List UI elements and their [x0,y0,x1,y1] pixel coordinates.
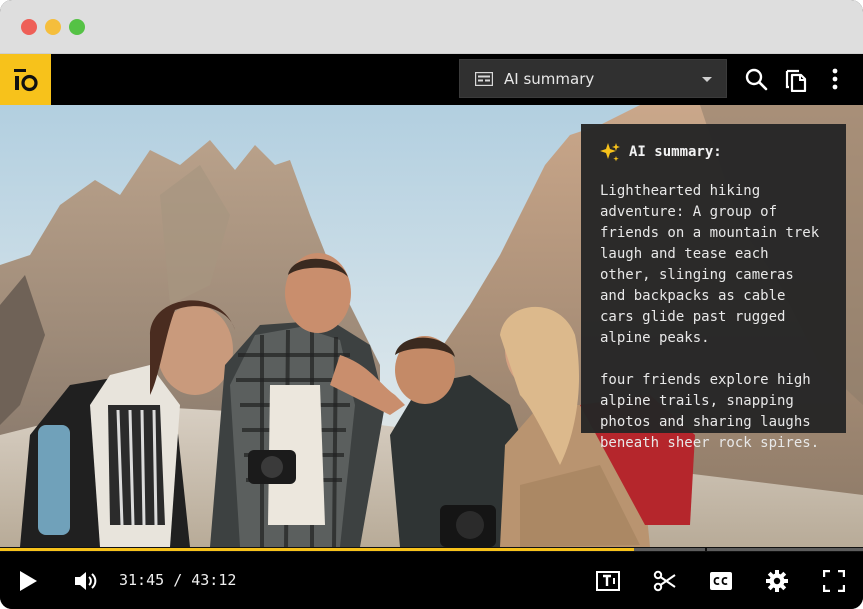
sparkle-icon [600,143,620,162]
transcript-icon [596,571,620,591]
chevron-down-icon [702,77,712,82]
ai-summary-header: AI summary: [600,142,827,162]
scissors-icon [653,570,676,592]
app-logo[interactable] [0,54,51,105]
search-button[interactable] [743,66,769,92]
transcript-button[interactable] [594,567,622,595]
maximize-window-button[interactable] [69,19,85,35]
current-time: 31:45 [119,571,165,589]
clip-button[interactable] [651,567,679,595]
view-mode-label: AI summary [504,69,595,88]
view-mode-dropdown[interactable]: AI summary [459,59,727,98]
search-icon [745,68,768,91]
summary-icon [475,71,493,86]
closed-captions-icon [710,572,732,590]
progress-fill [0,548,635,551]
volume-icon [75,572,97,590]
captions-button[interactable] [707,567,735,595]
total-duration: 43:12 [191,571,237,589]
playback-time: 31:45 / 43:12 [119,571,236,589]
fullscreen-button[interactable] [820,567,848,595]
more-vertical-icon [832,68,838,90]
more-options-button[interactable] [822,66,848,92]
gear-icon [766,570,788,592]
window-titlebar [0,0,863,54]
copy-button[interactable] [783,66,809,92]
chapter-segment[interactable] [707,548,863,551]
ai-summary-title: AI summary: [629,144,722,160]
player-top-bar: AI summary [0,54,863,105]
ai-summary-panel: AI summary: Lighthearted hiking adventur… [581,124,846,451]
app-window: AI summary AI summary: Lighthearted hiki… [0,0,863,609]
time-separator: / [173,571,183,589]
player-control-bar: 31:45 / 43:12 [0,552,863,609]
copy-icon [785,69,807,92]
logo-icon [13,68,38,91]
settings-button[interactable] [763,567,791,595]
play-button[interactable] [14,567,42,595]
close-window-button[interactable] [21,19,37,35]
fullscreen-icon [823,570,845,592]
minimize-window-button[interactable] [45,19,61,35]
volume-button[interactable] [72,567,100,595]
ai-summary-paragraph-1: Lighthearted hiking adventure: A group o… [600,183,820,346]
ai-summary-paragraph-2: four friends explore high alpine trails,… [600,372,820,451]
play-icon [20,571,37,591]
